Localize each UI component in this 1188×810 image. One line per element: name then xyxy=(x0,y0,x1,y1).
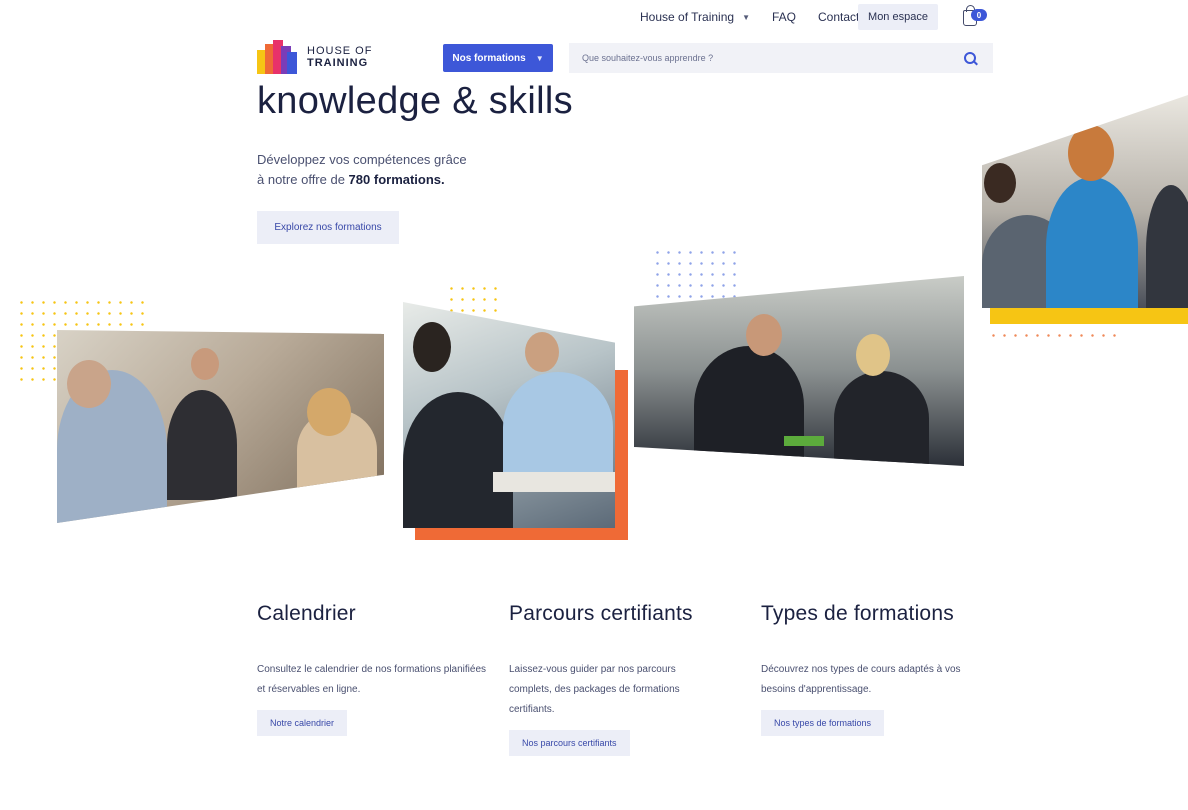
logo-line-1: HOUSE OF xyxy=(307,45,373,57)
section-calendrier: Calendrier Consultez le calendrier de no… xyxy=(257,602,487,736)
search-input[interactable]: Que souhaitez-vous apprendre ? xyxy=(582,53,959,63)
logo-text: HOUSE OF TRAINING xyxy=(307,45,372,69)
nos-formations-button[interactable]: Nos formations ▼ xyxy=(443,44,553,72)
hero-subtitle-prefix: à notre offre de xyxy=(257,172,349,187)
faq-link[interactable]: FAQ xyxy=(772,10,796,24)
house-of-training-label: House of Training xyxy=(640,10,735,24)
section-parcours-certifiants: Parcours certifiants Laissez-vous guider… xyxy=(509,602,709,756)
photo-meeting-discussion xyxy=(403,302,615,528)
explore-formations-button[interactable]: Explorez nos formations xyxy=(257,211,399,244)
section-title: Types de formations xyxy=(761,602,954,625)
section-text: Consultez le calendrier de nos formation… xyxy=(257,664,487,695)
nos-types-de-formations-button[interactable]: Nos types de formations xyxy=(761,710,885,736)
hero-subtitle-suffix: formations. xyxy=(370,172,445,187)
mon-espace-button[interactable]: Mon espace xyxy=(858,4,938,30)
section-text: Découvrez nos types de cours adaptés à v… xyxy=(761,664,961,695)
search-icon[interactable] xyxy=(959,47,981,69)
section-types-de-formations: Types de formations Découvrez nos types … xyxy=(761,602,989,736)
hero-subtitle-line1: Développez vos compétences grâce xyxy=(257,152,467,167)
logo-mark-icon xyxy=(257,40,297,74)
section-title: Calendrier xyxy=(257,602,356,625)
hero-subtitle: Développez vos compétences grâce à notre… xyxy=(257,150,497,190)
photo-woman-presenting xyxy=(982,95,1188,308)
cart-count-badge: 0 xyxy=(971,9,987,21)
section-text: Laissez-vous guider par nos parcours com… xyxy=(509,664,680,715)
house-of-training-menu[interactable]: House of Training ▼ xyxy=(640,10,750,24)
search-bar[interactable]: Que souhaitez-vous apprendre ? xyxy=(569,43,993,73)
contact-link[interactable]: Contact xyxy=(818,10,859,24)
notre-calendrier-button[interactable]: Notre calendrier xyxy=(257,710,348,736)
nos-formations-label: Nos formations xyxy=(452,52,526,64)
utility-nav: House of Training ▼ FAQ Contact xyxy=(640,6,881,28)
hero-title: knowledge & skills xyxy=(257,80,573,122)
photo-trainer-presenting xyxy=(57,330,384,523)
chevron-down-icon: ▼ xyxy=(742,12,750,22)
yellow-accent-bar xyxy=(990,308,1188,324)
blue-dot-pattern xyxy=(652,247,744,299)
logo-line-2: TRAINING xyxy=(307,57,369,69)
section-title: Parcours certifiants xyxy=(509,602,693,625)
nos-parcours-certifiants-button[interactable]: Nos parcours certifiants xyxy=(509,730,630,756)
photo-business-team xyxy=(634,276,964,466)
formations-count: 780 xyxy=(348,172,371,187)
house-of-training-logo[interactable]: HOUSE OF TRAINING xyxy=(257,40,372,74)
chevron-down-icon: ▼ xyxy=(535,53,544,63)
orange-dot-pattern xyxy=(988,330,1118,342)
